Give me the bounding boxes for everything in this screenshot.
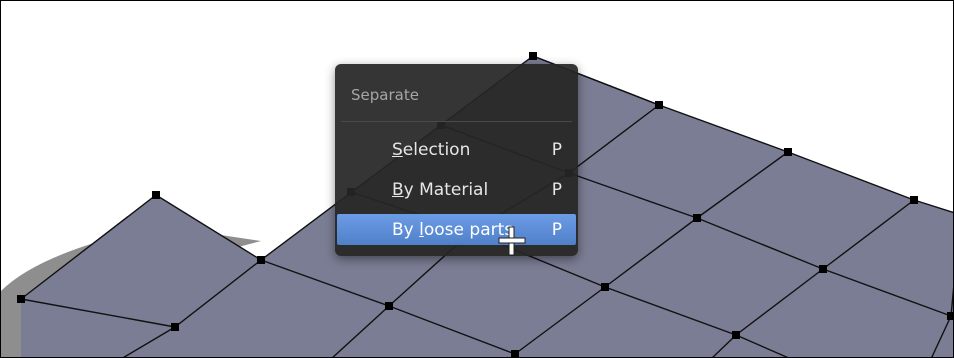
- menu-item-shortcut: P: [551, 180, 562, 200]
- separate-popup-menu: Separate Selection P By Material P By lo…: [335, 64, 578, 256]
- menu-item-by-loose-parts[interactable]: By loose parts P: [337, 214, 576, 245]
- menu-item-shortcut: P: [551, 220, 562, 240]
- menu-item-selection[interactable]: Selection P: [337, 134, 576, 165]
- menu-item-shortcut: P: [551, 140, 562, 160]
- menu-item-label: By Material: [392, 180, 489, 200]
- menu-item-by-material[interactable]: By Material P: [337, 174, 576, 205]
- move-cursor-icon: [498, 226, 526, 256]
- menu-title: Separate: [351, 86, 419, 104]
- 3d-viewport[interactable]: Separate Selection P By Material P By lo…: [0, 0, 954, 358]
- menu-item-label: Selection: [392, 140, 471, 160]
- menu-item-label: By loose parts: [392, 220, 514, 240]
- menu-divider: [341, 121, 572, 122]
